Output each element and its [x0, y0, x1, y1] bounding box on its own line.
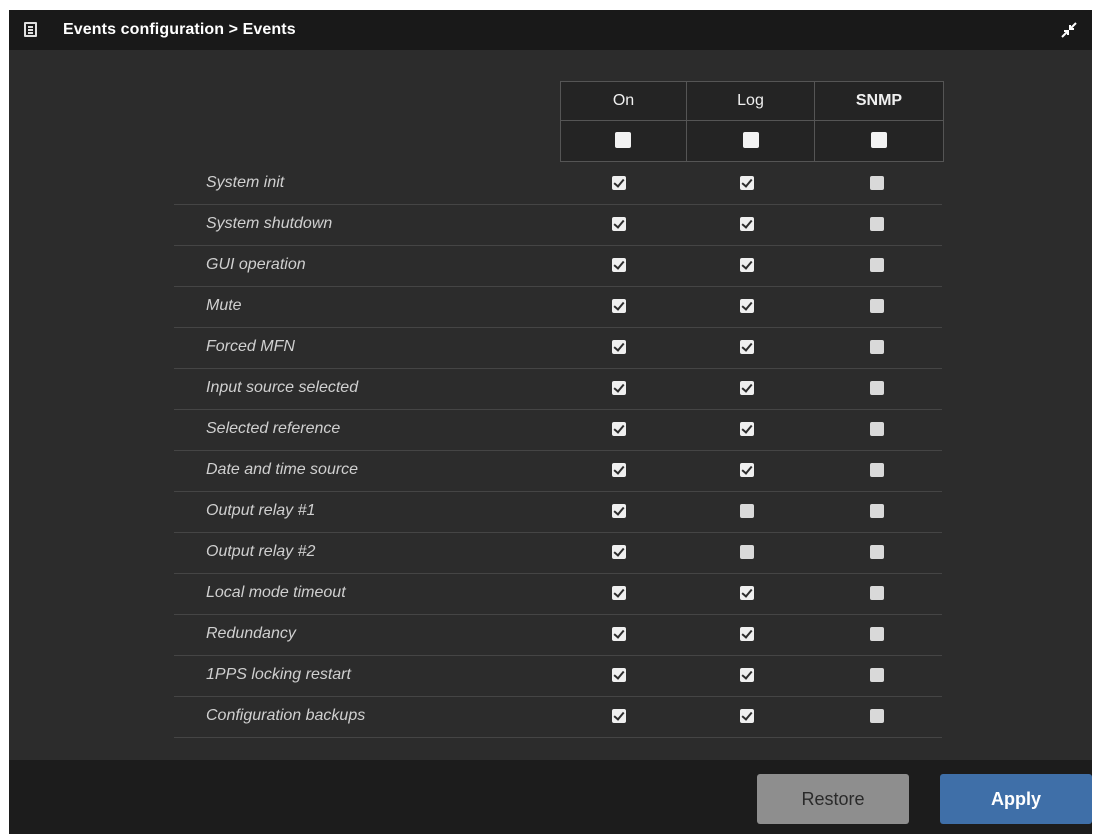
checkbox-on[interactable]: [612, 463, 626, 477]
checkbox-snmp[interactable]: [870, 627, 884, 641]
event-row: Selected reference: [174, 409, 942, 451]
checkbox-log[interactable]: [740, 668, 754, 682]
checkbox-snmp[interactable]: [870, 668, 884, 682]
event-label: 1PPS locking restart: [206, 666, 351, 683]
checkbox-snmp[interactable]: [870, 176, 884, 190]
checkbox-log[interactable]: [740, 504, 754, 518]
checkbox-log[interactable]: [740, 299, 754, 313]
checkbox-snmp[interactable]: [870, 340, 884, 354]
checkbox-log[interactable]: [740, 463, 754, 477]
checkbox-snmp[interactable]: [870, 422, 884, 436]
event-label: Input source selected: [206, 379, 359, 396]
checkbox-log[interactable]: [740, 586, 754, 600]
checkbox-log[interactable]: [740, 176, 754, 190]
checkbox-snmp[interactable]: [870, 504, 884, 518]
event-label: GUI operation: [206, 256, 306, 273]
checkbox-log[interactable]: [740, 422, 754, 436]
checkbox-log[interactable]: [740, 709, 754, 723]
checkbox-snmp[interactable]: [870, 299, 884, 313]
checkbox-on[interactable]: [612, 381, 626, 395]
panel-title: Events configuration > Events: [63, 21, 296, 38]
event-label: Configuration backups: [206, 707, 366, 724]
checkbox-on[interactable]: [612, 422, 626, 436]
event-row: GUI operation: [174, 245, 942, 287]
checkbox-log[interactable]: [740, 258, 754, 272]
event-row: Mute: [174, 286, 942, 328]
checkbox-on[interactable]: [612, 299, 626, 313]
checkbox-on[interactable]: [612, 668, 626, 682]
column-header-on: On: [560, 81, 686, 121]
event-label: Mute: [206, 297, 242, 314]
checkbox-on[interactable]: [612, 217, 626, 231]
event-row: System init: [174, 163, 942, 205]
checkbox-on[interactable]: [612, 709, 626, 723]
column-header-log: Log: [686, 81, 814, 121]
list-icon: [24, 22, 37, 37]
checkbox-on[interactable]: [612, 504, 626, 518]
checkbox-log[interactable]: [740, 545, 754, 559]
checkbox-snmp[interactable]: [870, 545, 884, 559]
master-checkbox-log[interactable]: [743, 132, 759, 148]
checkbox-log[interactable]: [740, 627, 754, 641]
event-row: Configuration backups: [174, 696, 942, 738]
master-cell-snmp: [814, 121, 944, 162]
master-cell-log: [686, 121, 814, 162]
event-label: System shutdown: [206, 215, 333, 232]
checkbox-log[interactable]: [740, 381, 754, 395]
event-label: System init: [206, 174, 285, 191]
checkbox-on[interactable]: [612, 258, 626, 272]
event-row: Output relay #1: [174, 491, 942, 533]
checkbox-snmp[interactable]: [870, 217, 884, 231]
checkbox-snmp[interactable]: [870, 381, 884, 395]
event-label: Redundancy: [206, 625, 296, 642]
event-label: Selected reference: [206, 420, 341, 437]
event-row: Input source selected: [174, 368, 942, 410]
checkbox-snmp[interactable]: [870, 258, 884, 272]
footer-bar: Restore Apply: [9, 760, 1092, 834]
event-label: Output relay #1: [206, 502, 316, 519]
collapse-arrows-icon[interactable]: [1060, 21, 1078, 39]
master-checkbox-on[interactable]: [615, 132, 631, 148]
apply-button[interactable]: Apply: [940, 774, 1092, 824]
event-row: 1PPS locking restart: [174, 655, 942, 697]
checkbox-on[interactable]: [612, 586, 626, 600]
checkbox-on[interactable]: [612, 627, 626, 641]
restore-button[interactable]: Restore: [757, 774, 909, 824]
checkbox-on[interactable]: [612, 340, 626, 354]
event-row: System shutdown: [174, 204, 942, 246]
event-label: Forced MFN: [206, 338, 295, 355]
event-row: Date and time source: [174, 450, 942, 492]
checkbox-log[interactable]: [740, 340, 754, 354]
column-header-grid: On Log SNMP: [560, 81, 944, 163]
event-row: Forced MFN: [174, 327, 942, 369]
events-panel: Events configuration > Events On Log SNM…: [9, 10, 1092, 834]
checkbox-log[interactable]: [740, 217, 754, 231]
event-label: Date and time source: [206, 461, 359, 478]
title-bar: Events configuration > Events: [9, 10, 1092, 50]
event-label: Output relay #2: [206, 543, 316, 560]
checkbox-snmp[interactable]: [870, 709, 884, 723]
checkbox-snmp[interactable]: [870, 586, 884, 600]
checkbox-snmp[interactable]: [870, 463, 884, 477]
checkbox-on[interactable]: [612, 176, 626, 190]
checkbox-on[interactable]: [612, 545, 626, 559]
event-row: Output relay #2: [174, 532, 942, 574]
column-header-snmp: SNMP: [814, 81, 944, 121]
master-checkbox-snmp[interactable]: [871, 132, 887, 148]
event-label: Local mode timeout: [206, 584, 346, 601]
event-row: Local mode timeout: [174, 573, 942, 615]
event-row: Redundancy: [174, 614, 942, 656]
master-cell-on: [560, 121, 686, 162]
